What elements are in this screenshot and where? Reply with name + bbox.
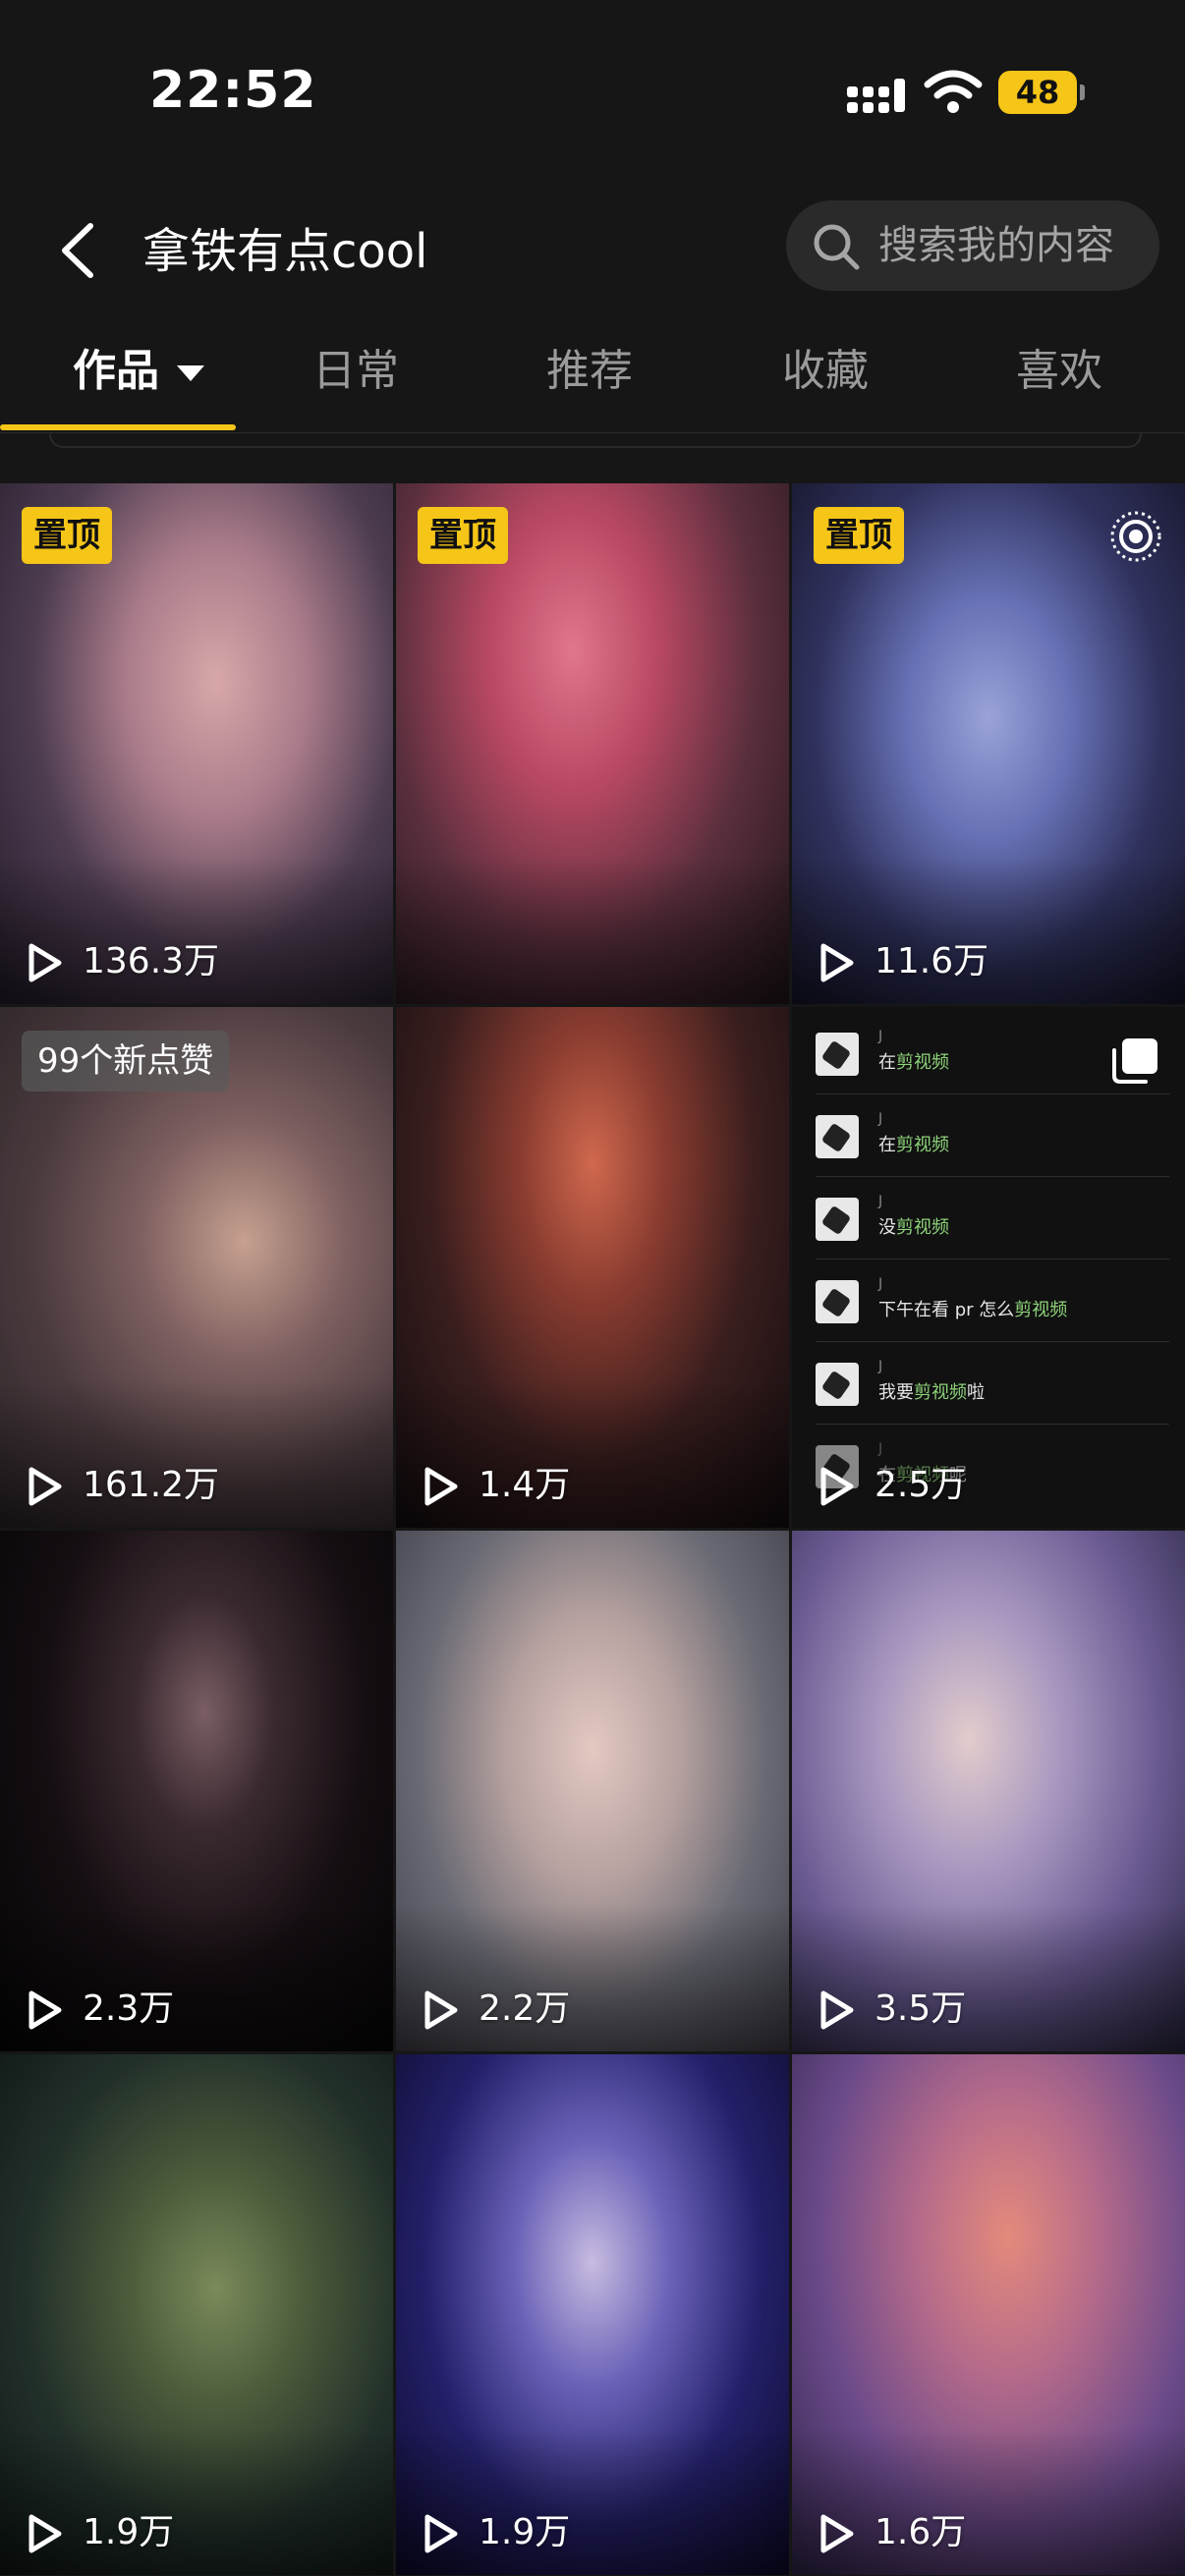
tab-favorites[interactable]: 收藏 [782,342,869,401]
play-icon [820,1467,854,1506]
video-tile[interactable]: 置顶 136.3万 [0,483,393,1004]
video-tile[interactable]: 1.9万 [396,2054,789,2575]
play-count: 2.2万 [479,1988,571,2029]
active-tab-indicator [0,424,236,430]
video-tile[interactable]: 99个新点赞 161.2万 [0,1007,393,1528]
avatar [816,1198,859,1241]
video-tile[interactable]: J 在剪视频 J 在剪视频 J 没剪视频 J 下午在看 pr 怎么剪视频 J 我… [792,1007,1185,1528]
play-count: 161.2万 [83,1465,220,1505]
search-input[interactable]: 搜索我的内容 [786,200,1159,291]
play-count: 11.6万 [875,941,989,981]
search-icon [814,224,860,270]
video-tile[interactable]: 3.5万 [792,1531,1185,2051]
avatar [816,1115,859,1158]
play-icon [424,1990,458,2030]
play-icon [28,1467,62,1506]
comment-item: J 在剪视频呢 [816,1441,1169,1496]
live-photo-icon [1110,511,1161,562]
play-icon [28,943,62,982]
play-count: 1.6万 [875,2512,967,2552]
avatar [816,1363,859,1406]
tab-recommended[interactable]: 推荐 [546,342,633,401]
video-tile[interactable]: 1.9万 [0,2054,393,2575]
video-tile[interactable]: 1.6万 [792,2054,1185,2575]
tab-daily[interactable]: 日常 [312,342,399,401]
play-count: 1.9万 [479,2512,571,2552]
play-icon [28,2514,62,2553]
comment-item: J 在剪视频 [816,1111,1169,1166]
video-tile[interactable]: 2.3万 [0,1531,393,2051]
play-icon [28,1990,62,2030]
play-icon [820,1990,854,2030]
header: 拿铁有点cool 搜索我的内容 [0,187,1185,314]
play-count: 2.5万 [875,1465,967,1505]
pinned-badge: 置顶 [418,507,508,564]
multi-image-icon [1112,1038,1157,1084]
pinned-badge: 置顶 [22,507,112,564]
avatar [816,1280,859,1323]
play-icon [424,2514,458,2553]
chevron-down-icon[interactable] [177,365,204,381]
status-time: 22:52 [149,61,317,120]
play-count: 1.4万 [479,1465,571,1505]
tab-bar: 作品 日常 推荐 收藏 喜欢 [0,324,1185,433]
new-likes-badge: 99个新点赞 [22,1031,230,1092]
play-icon [424,1467,458,1506]
play-icon [820,2514,854,2553]
video-tile[interactable]: 1.4万 [396,1007,789,1528]
comment-item: J 下午在看 pr 怎么剪视频 [816,1276,1169,1331]
play-count: 1.9万 [83,2512,175,2552]
video-tile[interactable]: 2.2万 [396,1531,789,2051]
play-count: 2.3万 [83,1988,175,2029]
search-placeholder: 搜索我的内容 [878,223,1114,268]
wifi-icon [924,70,983,113]
battery-indicator: 48 [998,71,1085,114]
video-grid: 置顶 136.3万 置顶 置顶 11.6万 99个新点赞 161.2万 1.4万… [0,483,1185,2576]
avatar [816,1033,859,1076]
comment-item: J 没剪视频 [816,1194,1169,1249]
play-count: 3.5万 [875,1988,967,2029]
pinned-badge: 置顶 [814,507,904,564]
play-count: 136.3万 [83,941,220,981]
collapsed-panel-edge [49,432,1142,448]
cellular-signal-icon [847,79,908,118]
play-icon [820,943,854,982]
tab-likes[interactable]: 喜欢 [1016,342,1102,401]
back-icon[interactable] [51,218,110,283]
comment-item: J 我要剪视频啦 [816,1359,1169,1414]
status-bar: 22:52 48 [0,0,1185,187]
page-title: 拿铁有点cool [142,224,428,279]
video-tile[interactable]: 置顶 11.6万 [792,483,1185,1004]
video-tile[interactable]: 置顶 [396,483,789,1004]
tab-works[interactable]: 作品 [73,342,159,401]
